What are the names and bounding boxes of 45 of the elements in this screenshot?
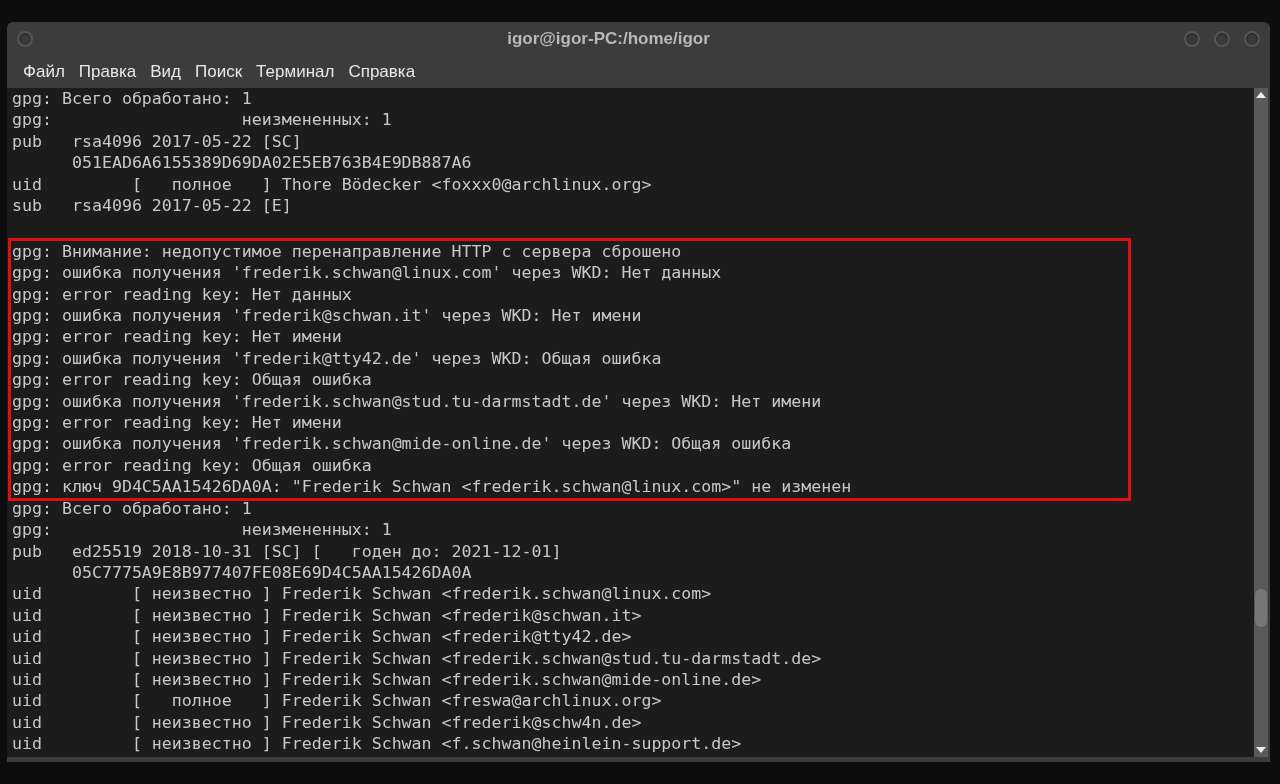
- terminal-line: uid [ неизвестно ] Frederik Schwan <f.schwan@heinlein-support.de>: [12, 733, 742, 755]
- terminal-line: gpg: error reading key: Нет данных: [12, 283, 352, 306]
- terminal-line: gpg: Всего обработано: 1: [12, 497, 252, 520]
- terminal-line: uid [ неизвестно ] Frederik Schwan <frederik.schwan@linux.com>: [12, 583, 712, 605]
- terminal-line: uid [ неизвестно ] Frederik Schwan <frederik@schwan.it>: [12, 604, 642, 627]
- menu-item[interactable]: Справка: [342, 58, 422, 85]
- menu-item[interactable]: Правка: [72, 58, 143, 85]
- terminal-line: sub rsa4096 2017-05-22 [E]: [12, 195, 292, 217]
- terminal-line: uid [ полное ] Frederik Schwan <freswa@archlinux.org>: [12, 690, 662, 712]
- terminal-line: gpg: неизмененных: 1: [12, 109, 392, 131]
- menu-item[interactable]: Файл: [17, 58, 71, 85]
- menu-item[interactable]: Вид: [144, 58, 187, 85]
- terminal-line: 05C7775A9E8B977407FE08E69D4C5AA15426DA0A: [70, 561, 472, 584]
- scrollbar[interactable]: [1254, 88, 1268, 757]
- scroll-up-icon[interactable]: [1256, 92, 1266, 98]
- menu-item[interactable]: Терминал: [250, 58, 341, 85]
- terminal-line: gpg: ошибка получения 'frederik.schwan@mide-online.de' через WKD: Общая ошибка: [12, 433, 792, 455]
- terminal-line: gpg: ошибка получения 'frederik.schwan@linux.com' через WKD: Нет данных: [12, 262, 722, 284]
- window-control-icon[interactable]: [17, 30, 33, 47]
- scrollbar-thumb[interactable]: [1255, 589, 1267, 627]
- terminal-line: pub ed25519 2018-10-31 [SC] [ годен до: 2021-12-01]: [12, 540, 562, 562]
- maximize-icon[interactable]: [1214, 30, 1230, 47]
- terminal-line: pub rsa4096 2017-05-22 [SC]: [12, 130, 302, 153]
- minimize-icon[interactable]: [1184, 30, 1200, 47]
- terminal-line: uid [ неизвестно ] Frederik Schwan <frederik.schwan@stud.tu-darmstadt.de>: [12, 647, 822, 669]
- terminal-line: uid [ неизвестно ] Frederik Schwan <frederik.schwan@mide-online.de>: [12, 668, 762, 691]
- terminal-line: uid [ неизвестно ] Frederik Schwan <frederik@schw4n.de>: [12, 711, 642, 734]
- scroll-down-icon[interactable]: [1256, 747, 1266, 753]
- terminal-line: 051EAD6A6155389D69DA02E5EB763B4E9DB887A6: [70, 152, 472, 174]
- terminal-line: gpg: ошибка получения 'frederik.schwan@stud.tu-darmstadt.de' через WKD: Нет имени: [12, 390, 822, 413]
- terminal-line: gpg: error reading key: Нет имени: [12, 412, 342, 434]
- terminal-line: gpg: ошибка получения 'frederik@tty42.de' через WKD: Общая ошибка: [12, 347, 662, 370]
- terminal-line: uid [ полное ] Thore Bödecker <foxxx0@archlinux.org>: [12, 173, 652, 196]
- terminal-line: gpg: Внимание: недопустимое перенаправление HTTP с сервера сброшено: [12, 240, 682, 263]
- window-title: igor@igor-PC:/home/igor: [507, 27, 710, 50]
- menu-item[interactable]: Поиск: [189, 58, 249, 85]
- close-icon[interactable]: [1244, 30, 1260, 47]
- terminal-line: gpg: неизмененных: 1: [12, 519, 392, 541]
- terminal-line: gpg: ошибка получения 'frederik@schwan.it' через WKD: Нет имени: [12, 305, 642, 327]
- terminal-line: gpg: Всего обработано: 1: [12, 88, 252, 110]
- terminal-line: gpg: error reading key: Нет имени: [12, 326, 342, 348]
- terminal-line: gpg: error reading key: Общая ошибка: [12, 454, 372, 477]
- terminal-line: uid [ неизвестно ] Frederik Schwan <frederik@tty42.de>: [12, 626, 632, 648]
- terminal-line: gpg: error reading key: Общая ошибка: [12, 369, 372, 391]
- terminal-line: gpg: ключ 9D4C5AA15426DA0A: "Frederik Schwan <frederik.schwan@linux.com>" не изменен: [12, 476, 852, 498]
